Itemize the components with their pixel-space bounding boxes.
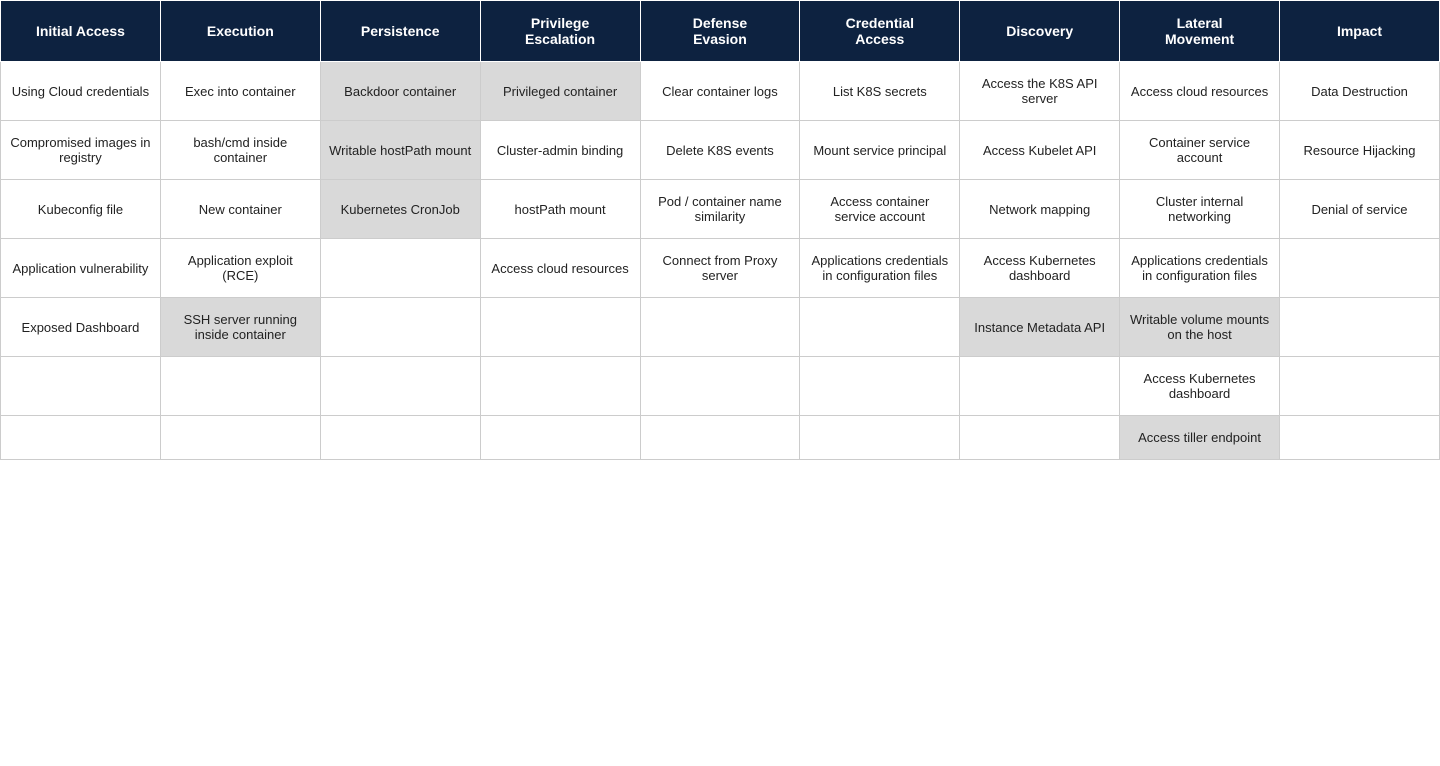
cell-r3-c4: Connect from Proxy server bbox=[640, 239, 800, 298]
cell-r2-c1: New container bbox=[160, 180, 320, 239]
cell-r6-c7: Access tiller endpoint bbox=[1120, 416, 1280, 460]
cell-r3-c7: Applications credentials in configuratio… bbox=[1120, 239, 1280, 298]
cell-r1-c0: Compromised images in registry bbox=[1, 121, 161, 180]
column-header-discovery: Discovery bbox=[960, 1, 1120, 62]
cell-r4-c3 bbox=[480, 298, 640, 357]
cell-r0-c4: Clear container logs bbox=[640, 62, 800, 121]
cell-r4-c7: Writable volume mounts on the host bbox=[1120, 298, 1280, 357]
cell-r6-c6 bbox=[960, 416, 1120, 460]
cell-r0-c0: Using Cloud credentials bbox=[1, 62, 161, 121]
cell-r0-c7: Access cloud resources bbox=[1120, 62, 1280, 121]
cell-r2-c7: Cluster internal networking bbox=[1120, 180, 1280, 239]
column-header-lateral-movement: LateralMovement bbox=[1120, 1, 1280, 62]
cell-r5-c8 bbox=[1280, 357, 1440, 416]
cell-r1-c2: Writable hostPath mount bbox=[320, 121, 480, 180]
cell-r3-c2 bbox=[320, 239, 480, 298]
column-header-privilege-escalation: PrivilegeEscalation bbox=[480, 1, 640, 62]
cell-r3-c6: Access Kubernetes dashboard bbox=[960, 239, 1120, 298]
cell-r6-c5 bbox=[800, 416, 960, 460]
column-header-defense-evasion: DefenseEvasion bbox=[640, 1, 800, 62]
table-row: Kubeconfig fileNew containerKubernetes C… bbox=[1, 180, 1440, 239]
cell-r6-c1 bbox=[160, 416, 320, 460]
cell-r3-c1: Application exploit (RCE) bbox=[160, 239, 320, 298]
column-header-initial-access: Initial Access bbox=[1, 1, 161, 62]
cell-r4-c1: SSH server running inside container bbox=[160, 298, 320, 357]
cell-r0-c1: Exec into container bbox=[160, 62, 320, 121]
table-row: Using Cloud credentialsExec into contain… bbox=[1, 62, 1440, 121]
table-row: Application vulnerabilityApplication exp… bbox=[1, 239, 1440, 298]
table-row: Compromised images in registrybash/cmd i… bbox=[1, 121, 1440, 180]
cell-r2-c2: Kubernetes CronJob bbox=[320, 180, 480, 239]
cell-r2-c8: Denial of service bbox=[1280, 180, 1440, 239]
cell-r5-c4 bbox=[640, 357, 800, 416]
cell-r0-c2: Backdoor container bbox=[320, 62, 480, 121]
cell-r6-c0 bbox=[1, 416, 161, 460]
column-header-credential-access: CredentialAccess bbox=[800, 1, 960, 62]
table-row: Exposed DashboardSSH server running insi… bbox=[1, 298, 1440, 357]
cell-r5-c1 bbox=[160, 357, 320, 416]
cell-r0-c5: List K8S secrets bbox=[800, 62, 960, 121]
cell-r4-c4 bbox=[640, 298, 800, 357]
cell-r1-c4: Delete K8S events bbox=[640, 121, 800, 180]
cell-r5-c7: Access Kubernetes dashboard bbox=[1120, 357, 1280, 416]
cell-r4-c2 bbox=[320, 298, 480, 357]
cell-r4-c5 bbox=[800, 298, 960, 357]
table-row: Access tiller endpoint bbox=[1, 416, 1440, 460]
cell-r1-c8: Resource Hijacking bbox=[1280, 121, 1440, 180]
cell-r1-c6: Access Kubelet API bbox=[960, 121, 1120, 180]
cell-r1-c7: Container service account bbox=[1120, 121, 1280, 180]
column-header-execution: Execution bbox=[160, 1, 320, 62]
cell-r4-c6: Instance Metadata API bbox=[960, 298, 1120, 357]
cell-r2-c3: hostPath mount bbox=[480, 180, 640, 239]
cell-r2-c0: Kubeconfig file bbox=[1, 180, 161, 239]
column-header-impact: Impact bbox=[1280, 1, 1440, 62]
cell-r0-c6: Access the K8S API server bbox=[960, 62, 1120, 121]
cell-r6-c8 bbox=[1280, 416, 1440, 460]
cell-r2-c6: Network mapping bbox=[960, 180, 1120, 239]
cell-r0-c8: Data Destruction bbox=[1280, 62, 1440, 121]
cell-r5-c2 bbox=[320, 357, 480, 416]
cell-r0-c3: Privileged container bbox=[480, 62, 640, 121]
attack-matrix-table: Initial AccessExecutionPersistencePrivil… bbox=[0, 0, 1440, 460]
cell-r1-c1: bash/cmd inside container bbox=[160, 121, 320, 180]
cell-r2-c4: Pod / container name similarity bbox=[640, 180, 800, 239]
cell-r5-c0 bbox=[1, 357, 161, 416]
cell-r6-c4 bbox=[640, 416, 800, 460]
cell-r6-c3 bbox=[480, 416, 640, 460]
cell-r3-c3: Access cloud resources bbox=[480, 239, 640, 298]
cell-r3-c0: Application vulnerability bbox=[1, 239, 161, 298]
cell-r5-c6 bbox=[960, 357, 1120, 416]
table-row: Access Kubernetes dashboard bbox=[1, 357, 1440, 416]
column-header-persistence: Persistence bbox=[320, 1, 480, 62]
cell-r4-c0: Exposed Dashboard bbox=[1, 298, 161, 357]
cell-r4-c8 bbox=[1280, 298, 1440, 357]
cell-r3-c5: Applications credentials in configuratio… bbox=[800, 239, 960, 298]
cell-r1-c3: Cluster-admin binding bbox=[480, 121, 640, 180]
cell-r3-c8 bbox=[1280, 239, 1440, 298]
cell-r5-c5 bbox=[800, 357, 960, 416]
cell-r1-c5: Mount service principal bbox=[800, 121, 960, 180]
cell-r2-c5: Access container service account bbox=[800, 180, 960, 239]
cell-r6-c2 bbox=[320, 416, 480, 460]
cell-r5-c3 bbox=[480, 357, 640, 416]
